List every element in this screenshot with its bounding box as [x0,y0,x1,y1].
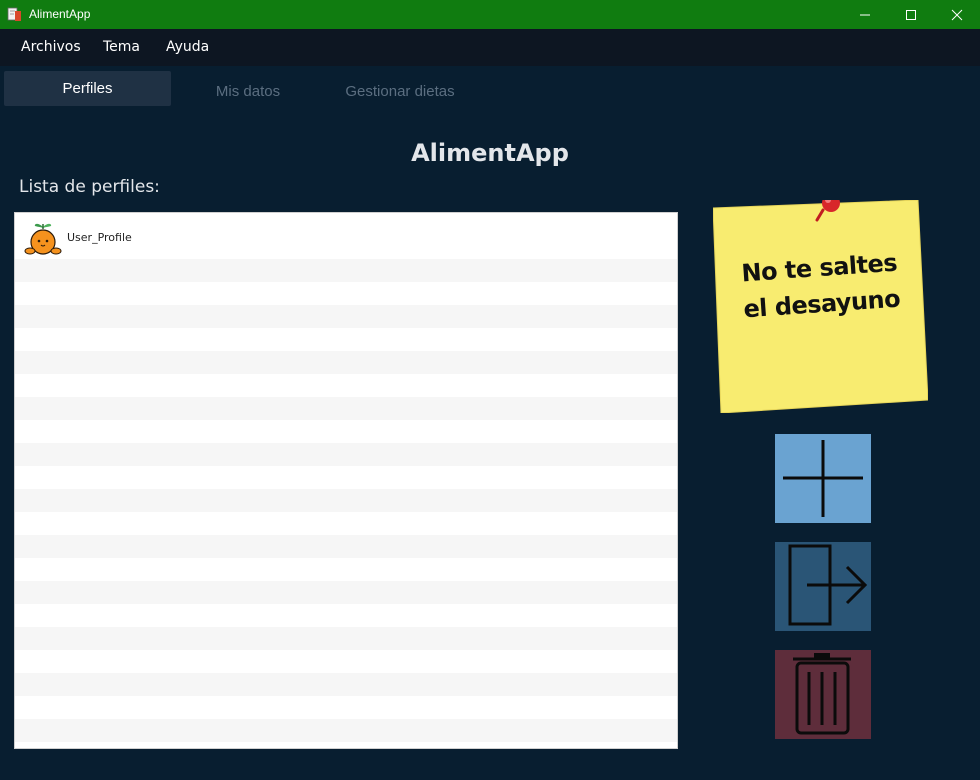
profile-name: User_Profile [67,231,132,244]
minimize-icon [860,14,870,15]
profiles-list-label: Lista de perfiles: [19,177,160,197]
close-icon [951,9,963,20]
tab-mis-datos[interactable]: Mis datos [190,74,306,109]
empty-row [15,673,677,696]
tab-gestionar-dietas[interactable]: Gestionar dietas [330,74,470,109]
empty-row [15,305,677,328]
profiles-list[interactable]: User_Profile [14,212,678,749]
empty-row [15,489,677,512]
menu-ayuda[interactable]: Ayuda [166,39,209,55]
page-title: AlimentApp [411,139,569,167]
empty-row [15,443,677,466]
sticky-note: No te saltes el desayuno [712,194,929,414]
login-profile-button[interactable] [775,542,871,631]
trash-icon [793,653,851,735]
menu-archivos[interactable]: Archivos [21,39,81,55]
plus-icon [783,440,863,517]
list-item[interactable]: User_Profile [15,213,677,259]
note-text: No te saltes el desayuno [721,243,921,328]
empty-row [15,259,677,282]
maximize-button[interactable] [888,0,934,29]
empty-row [15,627,677,650]
empty-row [15,351,677,374]
tab-perfiles[interactable]: Perfiles [4,71,171,106]
close-button[interactable] [934,0,980,29]
menu-tema[interactable]: Tema [103,39,140,55]
window-title: AlimentApp [29,7,91,21]
empty-row [15,719,677,742]
delete-profile-button[interactable] [775,650,871,739]
orange-avatar-icon [24,223,62,255]
app-icon [7,7,21,21]
enter-door-icon [788,544,868,626]
empty-row [15,397,677,420]
menu-bar: Archivos Tema Ayuda [0,29,980,66]
maximize-icon [906,9,916,20]
minimize-button[interactable] [842,0,888,29]
empty-row [15,535,677,558]
add-profile-button[interactable] [775,434,871,523]
title-bar: AlimentApp [0,0,980,29]
empty-row [15,581,677,604]
